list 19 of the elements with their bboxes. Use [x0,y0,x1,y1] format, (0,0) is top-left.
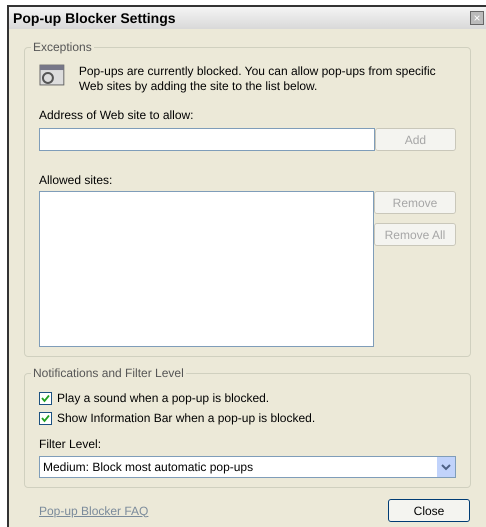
faq-link[interactable]: Pop-up Blocker FAQ [39,502,148,520]
close-button[interactable]: × [470,11,484,25]
filter-level-label: Filter Level: [39,436,102,453]
address-field[interactable] [39,128,375,151]
window-title: Pop-up Blocker Settings [13,8,176,28]
filter-level-dropdown[interactable]: Medium: Block most automatic pop-ups [39,456,456,478]
allowed-sites-label: Allowed sites: [39,172,114,189]
info-text: Pop-ups are currently blocked. You can allow pop-ups from specific Web sites by adding the site to the list below. [78,64,437,94]
group-legend: Notifications and Filter Level [31,366,186,380]
group-legend: Exceptions [31,40,94,54]
check-icon [41,394,50,402]
checkbox[interactable] [39,412,52,424]
checkbox-option[interactable]: Show Information Bar when a pop-up is blocked. [39,408,456,428]
address-label: Address of Web site to allow: [39,107,195,124]
action-button[interactable]: Close [388,499,470,522]
blocked-window-icon [39,64,65,88]
check-icon [41,414,50,422]
checkbox[interactable] [39,392,52,404]
checkbox-option[interactable]: Play a sound when a pop-up is blocked. [39,388,456,408]
